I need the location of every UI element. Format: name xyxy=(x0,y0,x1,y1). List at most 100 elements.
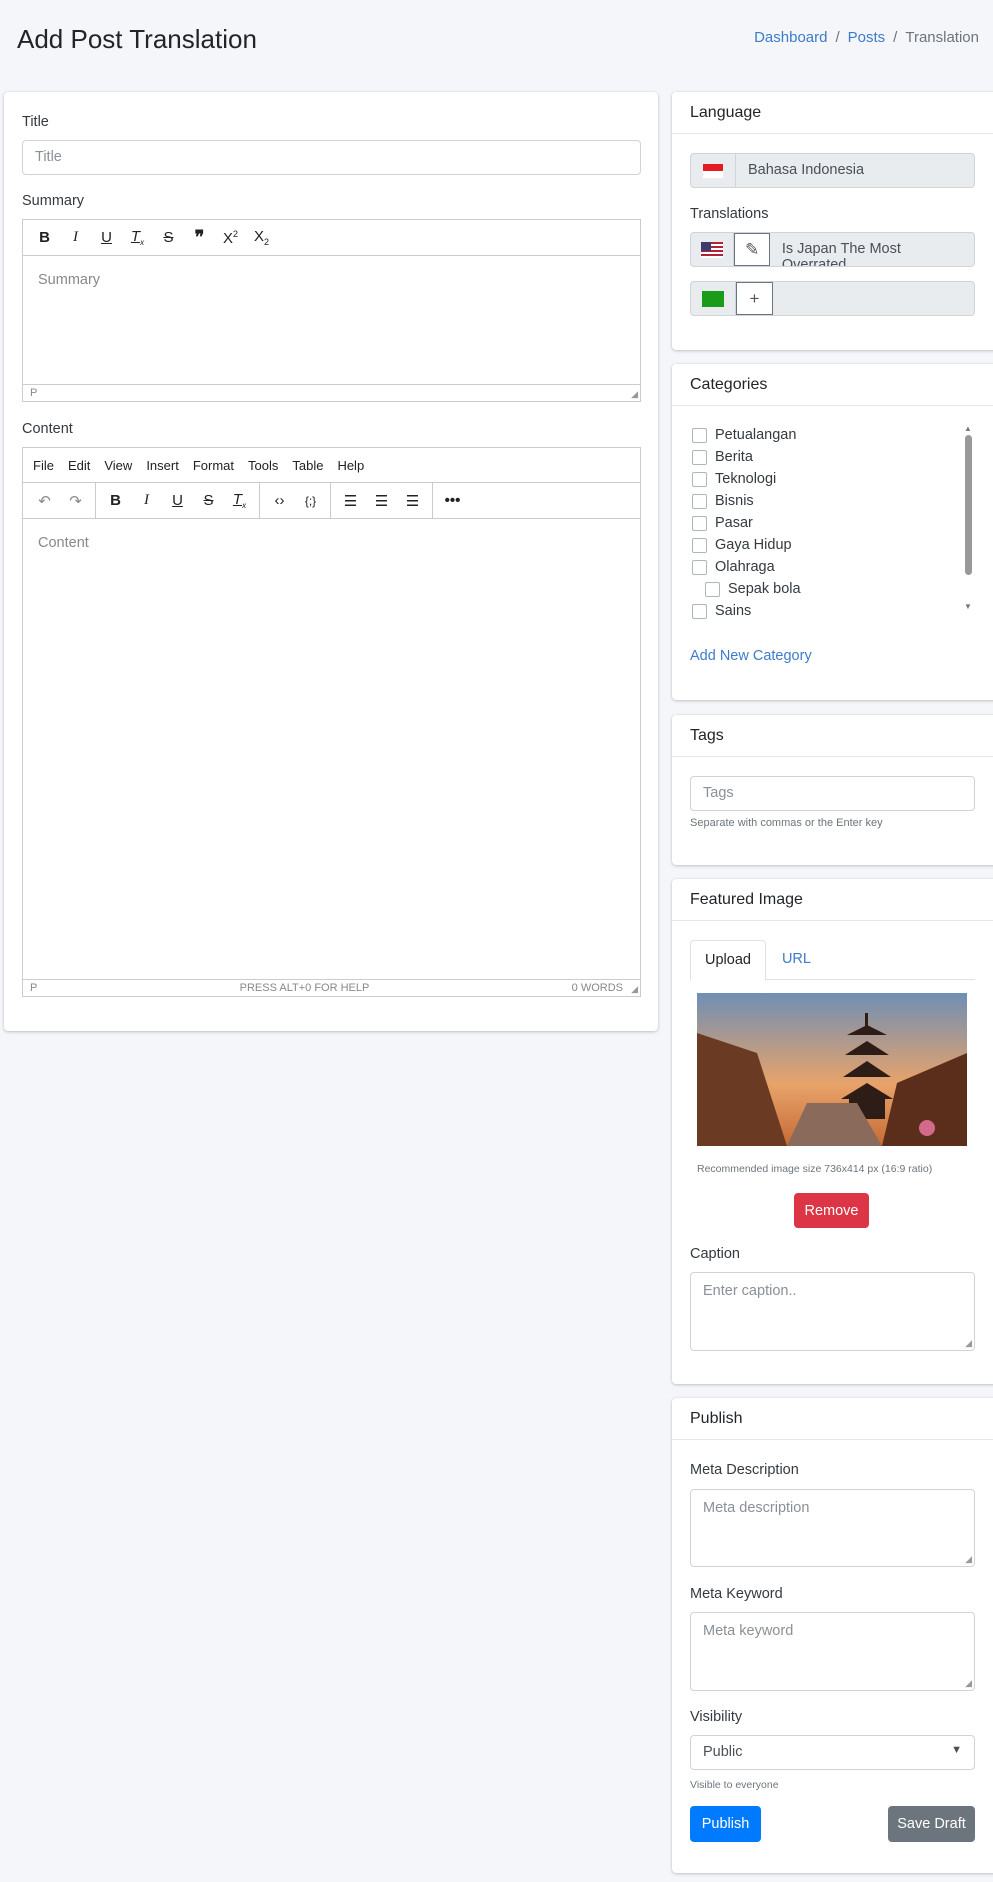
summary-textarea[interactable]: Summary xyxy=(23,256,640,304)
menu-format[interactable]: Format xyxy=(193,458,234,473)
tags-input[interactable]: Tags xyxy=(690,776,975,811)
scrollbar-thumb[interactable] xyxy=(964,435,972,575)
categories-scrollbar[interactable]: ▲ ▼ xyxy=(962,424,974,624)
resize-handle-icon[interactable]: ◢ xyxy=(965,1678,972,1689)
category-label: Berita xyxy=(715,449,753,465)
bold-icon[interactable]: B xyxy=(100,492,131,509)
caption-input[interactable]: Enter caption.. ◢ xyxy=(690,1272,975,1351)
breadcrumb-current: Translation xyxy=(905,29,979,46)
scroll-up-icon[interactable]: ▲ xyxy=(962,424,974,433)
checkbox[interactable] xyxy=(705,581,720,597)
strikethrough-icon[interactable]: S xyxy=(153,229,184,246)
meta-description-input[interactable]: Meta description ◢ xyxy=(690,1489,975,1567)
title-input[interactable]: Title xyxy=(22,140,641,175)
visibility-select[interactable]: Public ▼ xyxy=(690,1735,975,1770)
edit-translation-button[interactable]: ✎ xyxy=(734,233,770,266)
resize-handle-icon[interactable]: ◢ xyxy=(965,1338,972,1349)
add-category-link[interactable]: Add New Category xyxy=(690,648,812,664)
category-item[interactable] xyxy=(692,622,972,624)
visibility-value: Public xyxy=(703,1744,743,1760)
pencil-icon: ✎ xyxy=(744,239,760,259)
menu-file[interactable]: File xyxy=(33,458,54,473)
menu-insert[interactable]: Insert xyxy=(146,458,179,473)
checkbox[interactable] xyxy=(692,603,707,619)
meta-description-placeholder: Meta description xyxy=(703,1500,810,1516)
align-left-icon[interactable]: ☰ xyxy=(335,492,366,510)
checkbox[interactable] xyxy=(692,537,707,553)
summary-toolbar: B I U Tx S ❞ X2 X2 xyxy=(23,220,640,256)
code-icon[interactable]: ‹› xyxy=(264,492,295,509)
menu-edit[interactable]: Edit xyxy=(68,458,90,473)
tab-upload[interactable]: Upload xyxy=(690,940,766,981)
superscript-icon[interactable]: X2 xyxy=(215,229,246,247)
menu-tools[interactable]: Tools xyxy=(248,458,278,473)
align-right-icon[interactable]: ☰ xyxy=(397,492,428,510)
category-item[interactable]: Sepak bola xyxy=(692,578,972,600)
id-flag-icon xyxy=(691,154,736,187)
menu-view[interactable]: View xyxy=(104,458,132,473)
breadcrumb-posts[interactable]: Posts xyxy=(848,29,886,46)
resize-handle-icon[interactable]: ◢ xyxy=(631,389,638,400)
strikethrough-icon[interactable]: S xyxy=(193,492,224,509)
language-title: Language xyxy=(672,92,993,134)
more-icon[interactable]: ••• xyxy=(437,492,468,509)
underline-icon[interactable]: U xyxy=(162,492,193,509)
checkbox[interactable] xyxy=(692,471,707,487)
clear-format-icon[interactable]: Tx xyxy=(122,228,153,247)
quote-icon[interactable]: ❞ xyxy=(184,227,215,248)
featured-title: Featured Image xyxy=(672,879,993,921)
scroll-down-icon[interactable]: ▼ xyxy=(962,602,974,611)
title-label: Title xyxy=(22,114,49,130)
remove-image-button[interactable]: Remove xyxy=(794,1193,869,1228)
tab-url[interactable]: URL xyxy=(766,940,827,979)
content-toolbar: ↶ ↷ B I U S Tx ‹› {;} ☰ ☰ ☰ ••• xyxy=(23,483,640,519)
align-center-icon[interactable]: ☰ xyxy=(366,492,397,510)
code-sample-icon[interactable]: {;} xyxy=(295,494,326,508)
summary-label: Summary xyxy=(22,193,85,209)
checkbox[interactable] xyxy=(692,515,707,531)
redo-icon[interactable]: ↷ xyxy=(60,492,91,510)
save-draft-button[interactable]: Save Draft xyxy=(888,1806,975,1842)
category-item[interactable]: Berita xyxy=(692,446,972,468)
tags-card: Tags Tags Separate with commas or the En… xyxy=(672,715,993,865)
category-item[interactable]: Olahraga xyxy=(692,556,972,578)
category-item[interactable]: Petualangan xyxy=(692,424,972,446)
italic-icon[interactable]: I xyxy=(60,229,91,246)
add-translation-button[interactable]: + xyxy=(736,282,773,315)
category-label: Pasar xyxy=(715,515,753,531)
image-size-hint: Recommended image size 736x414 px (16:9 … xyxy=(697,1163,933,1175)
publish-card: Publish Meta Description Meta descriptio… xyxy=(672,1398,993,1873)
category-item[interactable]: Gaya Hidup xyxy=(692,534,972,556)
clear-format-icon[interactable]: Tx xyxy=(224,491,255,510)
checkbox[interactable] xyxy=(692,493,707,509)
publish-button[interactable]: Publish xyxy=(690,1806,761,1842)
meta-keyword-input[interactable]: Meta keyword ◢ xyxy=(690,1612,975,1691)
tags-title: Tags xyxy=(672,715,993,757)
resize-handle-icon[interactable]: ◢ xyxy=(965,1554,972,1565)
category-item[interactable]: Pasar xyxy=(692,512,972,534)
category-label: Gaya Hidup xyxy=(715,537,792,553)
summary-statusbar: P ◢ xyxy=(23,384,640,401)
menu-table[interactable]: Table xyxy=(292,458,323,473)
menu-help[interactable]: Help xyxy=(337,458,364,473)
category-item[interactable]: Teknologi xyxy=(692,468,972,490)
undo-icon[interactable]: ↶ xyxy=(29,492,60,510)
checkbox[interactable] xyxy=(692,559,707,575)
language-card: Language Bahasa Indonesia Translations ✎… xyxy=(672,92,993,350)
underline-icon[interactable]: U xyxy=(91,229,122,246)
chevron-down-icon: ▼ xyxy=(951,1744,962,1756)
bold-icon[interactable]: B xyxy=(29,229,60,246)
checkbox[interactable] xyxy=(692,427,707,443)
breadcrumb-dashboard[interactable]: Dashboard xyxy=(754,29,827,46)
tags-help: Separate with commas or the Enter key xyxy=(690,817,883,829)
category-item[interactable]: Bisnis xyxy=(692,490,972,512)
image-tabs: Upload URL xyxy=(690,940,975,981)
content-menubar: File Edit View Insert Format Tools Table… xyxy=(23,448,640,483)
category-item[interactable]: Sains xyxy=(692,600,972,622)
category-label: Bisnis xyxy=(715,493,754,509)
resize-handle-icon[interactable]: ◢ xyxy=(631,984,638,995)
checkbox[interactable] xyxy=(692,449,707,465)
content-textarea[interactable]: Content xyxy=(23,519,640,567)
subscript-icon[interactable]: X2 xyxy=(246,228,277,247)
italic-icon[interactable]: I xyxy=(131,492,162,509)
